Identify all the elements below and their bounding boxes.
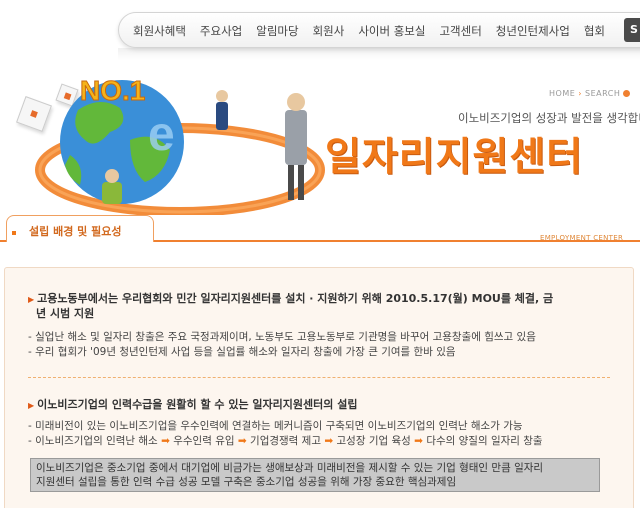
nav-shadow bbox=[118, 48, 640, 60]
block2-bullet-1: - 미래비전이 있는 이노비즈기업을 우수인력에 연결하는 메커니즘이 구축되면… bbox=[28, 420, 523, 432]
breadcrumb-home[interactable]: HOME bbox=[549, 89, 575, 98]
block2-bullet-2: - 이노비즈기업의 인력난 해소 ➡ 우수인력 유입 ➡ 기업경쟁력 제고 ➡ … bbox=[28, 434, 543, 448]
block1-heading-line2: 년 시범 지원 bbox=[36, 307, 95, 320]
nav-item-members[interactable]: 회원사 bbox=[313, 23, 345, 39]
employment-center-label: EMPLOYMENT CENTER bbox=[540, 234, 624, 242]
arrow-right-icon: ➡ bbox=[414, 435, 423, 447]
nav-item-association[interactable]: 협회 bbox=[584, 23, 605, 39]
arrow-right-icon: ➡ bbox=[237, 435, 247, 447]
flow-step-2: 우수인력 유입 bbox=[173, 435, 235, 447]
arrow-right-icon: ➡ bbox=[324, 435, 334, 447]
highlight-line-1: 이노비즈기업은 중소기업 중에서 대기업에 비금가는 생애보상과 미래비전을 제… bbox=[36, 462, 544, 474]
breadcrumb: HOME › SEARCH bbox=[549, 89, 631, 98]
nav-item-member-benefits[interactable]: 회원사혜택 bbox=[133, 23, 186, 39]
nav-item-cyber-pr[interactable]: 사이버 홍보실 bbox=[358, 23, 425, 39]
dashed-divider bbox=[28, 377, 610, 378]
triangle-icon: ▶ bbox=[28, 401, 35, 410]
tab-bullet-icon bbox=[12, 231, 16, 235]
nav-item-main-business[interactable]: 주요사업 bbox=[200, 23, 242, 39]
page-title: 일자리지원센터 bbox=[325, 135, 584, 180]
block1-bullet-1: - 실업난 해소 및 일자리 창출은 주요 국정과제이며, 노동부도 고용노동부… bbox=[28, 331, 536, 343]
nav-menu: 회원사혜택 주요사업 알림마당 회원사 사이버 홍보실 고객센터 청년인턴제사업… bbox=[133, 13, 605, 49]
globe-illustration: e NO.1 bbox=[35, 75, 325, 215]
block2-heading: ▶ 이노비즈기업의 인력수급을 원활히 할 수 있는 일자리지원센터의 설립 bbox=[28, 398, 357, 413]
highlight-line-2: 지원센터 설립을 통한 인력 수급 성공 모델 구축은 중소기업 성공을 위해 … bbox=[36, 476, 457, 488]
nav-item-notice[interactable]: 알림마당 bbox=[256, 23, 298, 39]
top-nav: 회원사혜택 주요사업 알림마당 회원사 사이버 홍보실 고객센터 청년인턴제사업… bbox=[118, 12, 640, 48]
tab-background[interactable]: 설립 배경 및 필요성 bbox=[6, 215, 154, 242]
hero-banner: e NO.1 HOME › SEARCH 이노비즈기업의 성장과 발전을 생각합니다… bbox=[0, 60, 640, 215]
block2-heading-text: 이노비즈기업의 인력수급을 원활히 할 수 있는 일자리지원센터의 설립 bbox=[37, 398, 358, 411]
no1-badge: NO.1 bbox=[80, 75, 145, 106]
nav-item-customer-center[interactable]: 고객센터 bbox=[439, 23, 481, 39]
flow-step-3: 기업경쟁력 제고 bbox=[250, 435, 322, 447]
breadcrumb-search[interactable]: SEARCH bbox=[585, 89, 620, 98]
slogan: 이노비즈기업의 성장과 발전을 생각합니다 bbox=[458, 111, 640, 125]
flow-step-1: - 이노비즈기업의 인력난 해소 bbox=[28, 435, 158, 447]
flow-step-5: 다수의 양질의 일자리 창출 bbox=[426, 435, 543, 447]
block1-heading-line1: 고용노동부에서는 우리협회와 민간 일자리지원센터를 설치 · 지원하기 위해 … bbox=[37, 292, 554, 305]
nav-item-youth-intern[interactable]: 청년인턴제사업 bbox=[496, 23, 570, 39]
tab-label: 설립 배경 및 필요성 bbox=[29, 225, 122, 238]
triangle-icon: ▶ bbox=[28, 295, 35, 304]
nav-side-button[interactable]: S bbox=[624, 18, 640, 42]
breadcrumb-dot-icon bbox=[623, 90, 631, 97]
globe-letter: e bbox=[148, 108, 175, 161]
flow-step-4: 고성장 기업 육성 bbox=[336, 435, 411, 447]
block1-bullet-2: - 우리 협회가 '09년 청년인턴제 사업 등을 실업률 해소와 일자리 창출… bbox=[28, 346, 456, 358]
highlight-box: 이노비즈기업은 중소기업 중에서 대기업에 비금가는 생애보상과 미래비전을 제… bbox=[30, 458, 600, 492]
arrow-right-icon: ➡ bbox=[161, 435, 170, 447]
block1-heading: ▶ 고용노동부에서는 우리협회와 민간 일자리지원센터를 설치 · 지원하기 위해… bbox=[28, 292, 618, 321]
